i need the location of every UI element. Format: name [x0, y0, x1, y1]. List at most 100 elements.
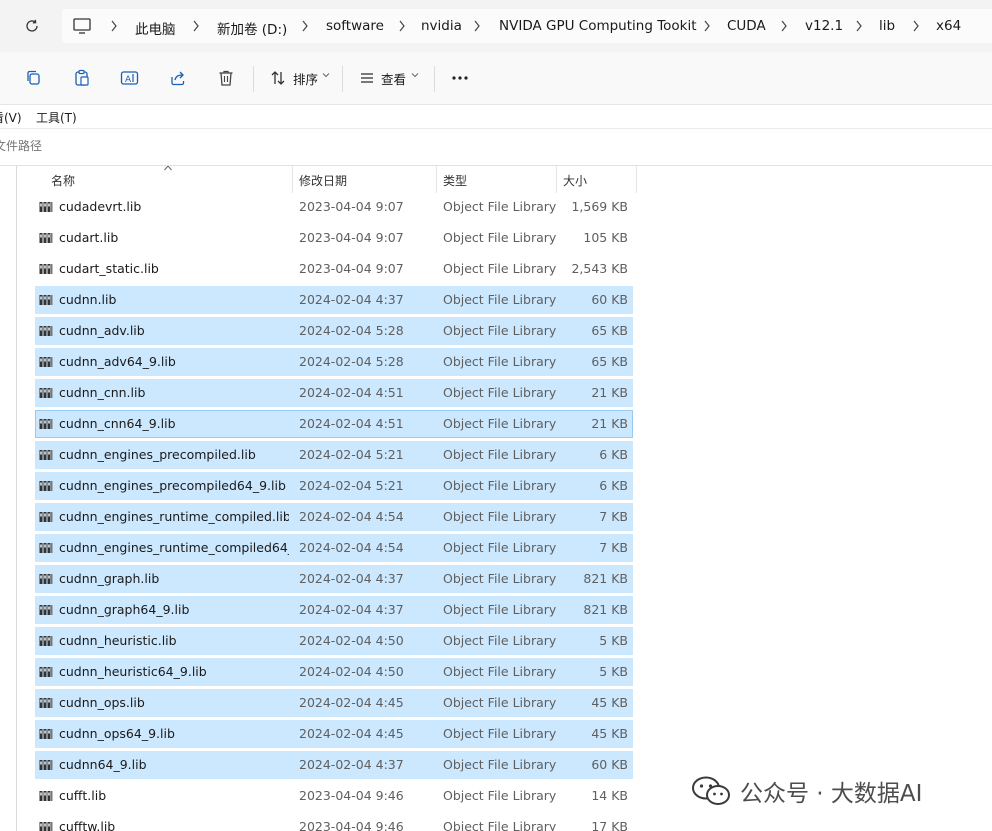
- file-date: 2023-04-04 9:07: [299, 230, 404, 245]
- file-size: 105 KB: [583, 230, 628, 245]
- column-header-size[interactable]: 大小: [563, 172, 587, 189]
- library-file-icon: [39, 202, 53, 212]
- file-type: Object File Library: [443, 757, 557, 772]
- chevron-right-icon: [781, 20, 787, 32]
- file-size: 1,569 KB: [571, 199, 628, 214]
- column-divider[interactable]: [636, 166, 637, 193]
- file-size: 17 KB: [591, 819, 628, 831]
- file-name: cudnn_ops64_9.lib: [59, 726, 175, 741]
- share-button[interactable]: [165, 66, 191, 90]
- rename-button[interactable]: A: [117, 66, 143, 90]
- copy-icon: [27, 70, 40, 85]
- file-size: 5 KB: [599, 664, 628, 679]
- menu-tools[interactable]: 工具(T): [36, 109, 77, 126]
- chevron-right-icon: [474, 20, 480, 32]
- file-row[interactable]: cudnn_engines_precompiled.lib 2024-02-04 …: [35, 441, 633, 469]
- file-name: cufft.lib: [59, 788, 107, 803]
- file-name: cudnn_graph.lib: [59, 571, 160, 586]
- file-row[interactable]: cudnn_graph.lib 2024-02-04 4:37 Object Fil…: [35, 565, 633, 593]
- file-date: 2023-04-04 9:07: [299, 199, 404, 214]
- file-type: Object File Library: [443, 261, 557, 276]
- breadcrumb-item[interactable]: nvidia: [421, 18, 462, 34]
- file-size: 2,543 KB: [571, 261, 628, 276]
- file-name: cudnn_heuristic.lib: [59, 633, 177, 648]
- breadcrumb-item[interactable]: CUDA: [727, 18, 766, 34]
- library-file-icon: [39, 512, 53, 522]
- file-row[interactable]: cudnn.lib 2024-02-04 4:37 Object File Libr…: [35, 286, 633, 314]
- file-row[interactable]: cudnn_adv.lib 2024-02-04 5:28 Object File …: [35, 317, 633, 345]
- sort-button[interactable]: [265, 66, 291, 90]
- library-file-icon: [39, 667, 53, 677]
- breadcrumb-item[interactable]: 新加卷 (D:): [217, 18, 287, 38]
- breadcrumb-item[interactable]: v12.1: [805, 18, 843, 34]
- menu-view[interactable]: 看(V): [0, 109, 22, 126]
- path-input[interactable]: [0, 138, 296, 154]
- view-label[interactable]: 查看: [381, 69, 406, 88]
- chevron-right-icon: [704, 20, 710, 32]
- library-file-icon: [39, 233, 53, 243]
- view-button[interactable]: [354, 66, 380, 90]
- file-name: cudart_static.lib: [59, 261, 159, 276]
- file-date: 2024-02-04 4:45: [299, 695, 404, 710]
- chevron-down-icon[interactable]: [411, 72, 419, 78]
- library-file-icon: [39, 605, 53, 615]
- file-row[interactable]: cudnn_engines_runtime_compiled64_... 2024…: [35, 534, 633, 562]
- paste-button[interactable]: [69, 66, 95, 90]
- file-size: 60 KB: [591, 292, 628, 307]
- more-options-button[interactable]: [448, 68, 472, 88]
- file-row[interactable]: cufftw.lib 2023-04-04 9:46 Object File Lib…: [35, 813, 633, 831]
- copy-button[interactable]: [21, 66, 47, 90]
- address-breadcrumb[interactable]: 此电脑 新加卷 (D:) software nvidia NVIDA GPU C…: [62, 9, 992, 43]
- breadcrumb-item[interactable]: 此电脑: [135, 18, 176, 38]
- column-divider[interactable]: [436, 166, 437, 193]
- column-header-date[interactable]: 修改日期: [299, 172, 347, 189]
- column-header-type[interactable]: 类型: [443, 172, 467, 189]
- file-date: 2024-02-04 4:54: [299, 509, 404, 524]
- navigation-pane-edge[interactable]: [0, 166, 17, 831]
- breadcrumb-item[interactable]: lib: [879, 18, 895, 34]
- file-type: Object File Library: [443, 509, 557, 524]
- file-name: cudart.lib: [59, 230, 119, 245]
- file-row[interactable]: cudnn_cnn64_9.lib 2024-02-04 4:51 Object F…: [35, 410, 633, 438]
- chevron-down-icon[interactable]: [322, 72, 330, 78]
- library-file-icon: [39, 357, 53, 367]
- paste-icon: [75, 69, 89, 86]
- file-row[interactable]: cudnn_ops64_9.lib 2024-02-04 4:45 Object F…: [35, 720, 633, 748]
- file-row[interactable]: cufft.lib 2023-04-04 9:46 Object File Libr…: [35, 782, 633, 810]
- file-rows: cudadevrt.lib 2023-04-04 9:07 Object File …: [35, 193, 633, 831]
- file-name: cudnn_engines_runtime_compiled64_...: [59, 540, 289, 555]
- file-row[interactable]: cudart.lib 2023-04-04 9:07 Object File Lib…: [35, 224, 633, 252]
- file-size: 6 KB: [599, 478, 628, 493]
- refresh-button[interactable]: [20, 14, 44, 38]
- file-type: Object File Library: [443, 571, 557, 586]
- file-date: 2024-02-04 4:51: [299, 416, 404, 431]
- file-row[interactable]: cudadevrt.lib 2023-04-04 9:07 Object File …: [35, 193, 633, 221]
- file-row[interactable]: cudnn64_9.lib 2024-02-04 4:37 Object File …: [35, 751, 633, 779]
- breadcrumb-item[interactable]: NVIDA GPU Computing Tookit: [499, 18, 697, 34]
- file-row[interactable]: cudnn_adv64_9.lib 2024-02-04 5:28 Object F…: [35, 348, 633, 376]
- file-row[interactable]: cudnn_heuristic64_9.lib 2024-02-04 4:50 Ob…: [35, 658, 633, 686]
- file-row[interactable]: cudnn_ops.lib 2024-02-04 4:45 Object File …: [35, 689, 633, 717]
- file-size: 45 KB: [591, 695, 628, 710]
- sort-icon: [271, 71, 285, 85]
- delete-button[interactable]: [213, 66, 239, 90]
- file-row[interactable]: cudnn_engines_precompiled64_9.lib 2024-02…: [35, 472, 633, 500]
- sort-label[interactable]: 排序: [293, 69, 318, 88]
- share-icon: [171, 71, 185, 86]
- file-date: 2024-02-04 4:50: [299, 633, 404, 648]
- file-row[interactable]: cudart_static.lib 2023-04-04 9:07 Object F…: [35, 255, 633, 283]
- file-row[interactable]: cudnn_cnn.lib 2024-02-04 4:51 Object File …: [35, 379, 633, 407]
- breadcrumb-item[interactable]: x64: [936, 18, 961, 34]
- column-header-name[interactable]: 名称: [51, 172, 75, 189]
- column-divider[interactable]: [292, 166, 293, 193]
- column-divider[interactable]: [556, 166, 557, 193]
- breadcrumb-item[interactable]: software: [326, 18, 384, 34]
- file-name: cufftw.lib: [59, 819, 116, 831]
- chevron-right-icon: [302, 20, 308, 32]
- file-row[interactable]: cudnn_engines_runtime_compiled.lib 2024-0…: [35, 503, 633, 531]
- more-icon: [452, 76, 468, 80]
- file-row[interactable]: cudnn_heuristic.lib 2024-02-04 4:50 Object…: [35, 627, 633, 655]
- file-row[interactable]: cudnn_graph64_9.lib 2024-02-04 4:37 Object…: [35, 596, 633, 624]
- column-header-row: 名称 修改日期 类型 大小: [0, 166, 640, 193]
- file-size: 60 KB: [591, 757, 628, 772]
